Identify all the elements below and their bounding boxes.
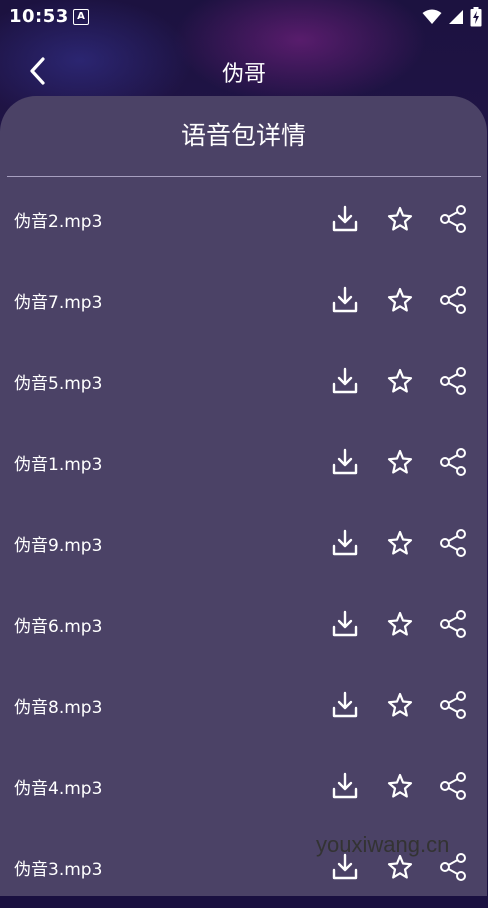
voice-file-name: 伪音4.mp3 bbox=[14, 779, 103, 799]
signal-icon bbox=[449, 10, 463, 24]
share-icon bbox=[440, 205, 466, 233]
share-button[interactable] bbox=[437, 689, 469, 721]
notification-a-icon: A bbox=[73, 9, 89, 25]
star-icon bbox=[387, 287, 413, 312]
download-icon bbox=[332, 286, 358, 313]
list-item[interactable]: 伪音2.mp3 bbox=[0, 179, 487, 260]
status-bar: 10:53 A bbox=[0, 0, 488, 34]
star-icon bbox=[387, 773, 413, 798]
download-icon bbox=[332, 610, 358, 637]
download-button[interactable] bbox=[329, 689, 361, 721]
share-icon bbox=[440, 529, 466, 557]
header: 伪哥 bbox=[0, 46, 488, 96]
list-item[interactable]: 伪音9.mp3 bbox=[0, 503, 487, 584]
share-icon bbox=[440, 448, 466, 476]
list-item[interactable]: 伪音6.mp3 bbox=[0, 584, 487, 665]
favorite-button[interactable] bbox=[384, 608, 416, 640]
voice-file-name: 伪音9.mp3 bbox=[14, 536, 103, 556]
page-title: 伪哥 bbox=[221, 62, 266, 87]
divider bbox=[7, 176, 481, 177]
list-item[interactable]: 伪音8.mp3 bbox=[0, 665, 487, 746]
star-icon bbox=[387, 449, 413, 474]
share-button[interactable] bbox=[437, 608, 469, 640]
share-icon bbox=[440, 610, 466, 638]
star-icon bbox=[387, 368, 413, 393]
download-button[interactable] bbox=[329, 770, 361, 802]
detail-panel: 语音包详情 伪音2.mp3 伪音7.mp3 伪音5.mp3 伪音1.mp3 伪音… bbox=[0, 96, 487, 896]
list-item[interactable]: 伪音7.mp3 bbox=[0, 260, 487, 341]
share-icon bbox=[440, 367, 466, 395]
download-button[interactable] bbox=[329, 446, 361, 478]
battery-icon bbox=[470, 7, 482, 27]
watermark: youxiwang.cn bbox=[316, 832, 450, 857]
panel-title: 语音包详情 bbox=[180, 121, 306, 150]
share-button[interactable] bbox=[437, 446, 469, 478]
favorite-button[interactable] bbox=[384, 284, 416, 316]
share-icon bbox=[440, 691, 466, 719]
share-button[interactable] bbox=[437, 203, 469, 235]
voice-file-name: 伪音2.mp3 bbox=[14, 212, 103, 232]
share-button[interactable] bbox=[437, 284, 469, 316]
download-icon bbox=[332, 448, 358, 475]
star-icon bbox=[387, 692, 413, 717]
download-button[interactable] bbox=[329, 608, 361, 640]
download-icon bbox=[332, 529, 358, 556]
download-button[interactable] bbox=[329, 365, 361, 397]
list-item[interactable]: 伪音5.mp3 bbox=[0, 341, 487, 422]
download-icon bbox=[332, 367, 358, 394]
voice-file-name: 伪音7.mp3 bbox=[14, 293, 103, 313]
share-button[interactable] bbox=[437, 770, 469, 802]
wifi-icon bbox=[422, 9, 442, 24]
star-icon bbox=[387, 206, 413, 231]
favorite-button[interactable] bbox=[384, 689, 416, 721]
star-icon bbox=[387, 530, 413, 555]
favorite-button[interactable] bbox=[384, 446, 416, 478]
list-item[interactable]: 伪音1.mp3 bbox=[0, 422, 487, 503]
voice-file-name: 伪音3.mp3 bbox=[14, 860, 103, 880]
favorite-button[interactable] bbox=[384, 770, 416, 802]
download-button[interactable] bbox=[329, 203, 361, 235]
share-button[interactable] bbox=[437, 527, 469, 559]
favorite-button[interactable] bbox=[384, 527, 416, 559]
download-icon bbox=[332, 691, 358, 718]
status-time: 10:53 bbox=[9, 6, 69, 27]
star-icon bbox=[387, 611, 413, 636]
download-button[interactable] bbox=[329, 527, 361, 559]
list-item[interactable]: 伪音4.mp3 bbox=[0, 746, 487, 827]
system-icons bbox=[422, 7, 482, 27]
download-icon bbox=[332, 205, 358, 232]
voice-file-name: 伪音8.mp3 bbox=[14, 698, 103, 718]
favorite-button[interactable] bbox=[384, 365, 416, 397]
voice-list: 伪音2.mp3 伪音7.mp3 伪音5.mp3 伪音1.mp3 伪音9.mp3 … bbox=[0, 179, 487, 908]
share-button[interactable] bbox=[437, 365, 469, 397]
favorite-button[interactable] bbox=[384, 203, 416, 235]
share-icon bbox=[440, 286, 466, 314]
voice-file-name: 伪音1.mp3 bbox=[14, 455, 103, 475]
voice-file-name: 伪音6.mp3 bbox=[14, 617, 103, 637]
share-icon bbox=[440, 772, 466, 800]
download-icon bbox=[332, 772, 358, 799]
voice-file-name: 伪音5.mp3 bbox=[14, 374, 103, 394]
download-button[interactable] bbox=[329, 284, 361, 316]
